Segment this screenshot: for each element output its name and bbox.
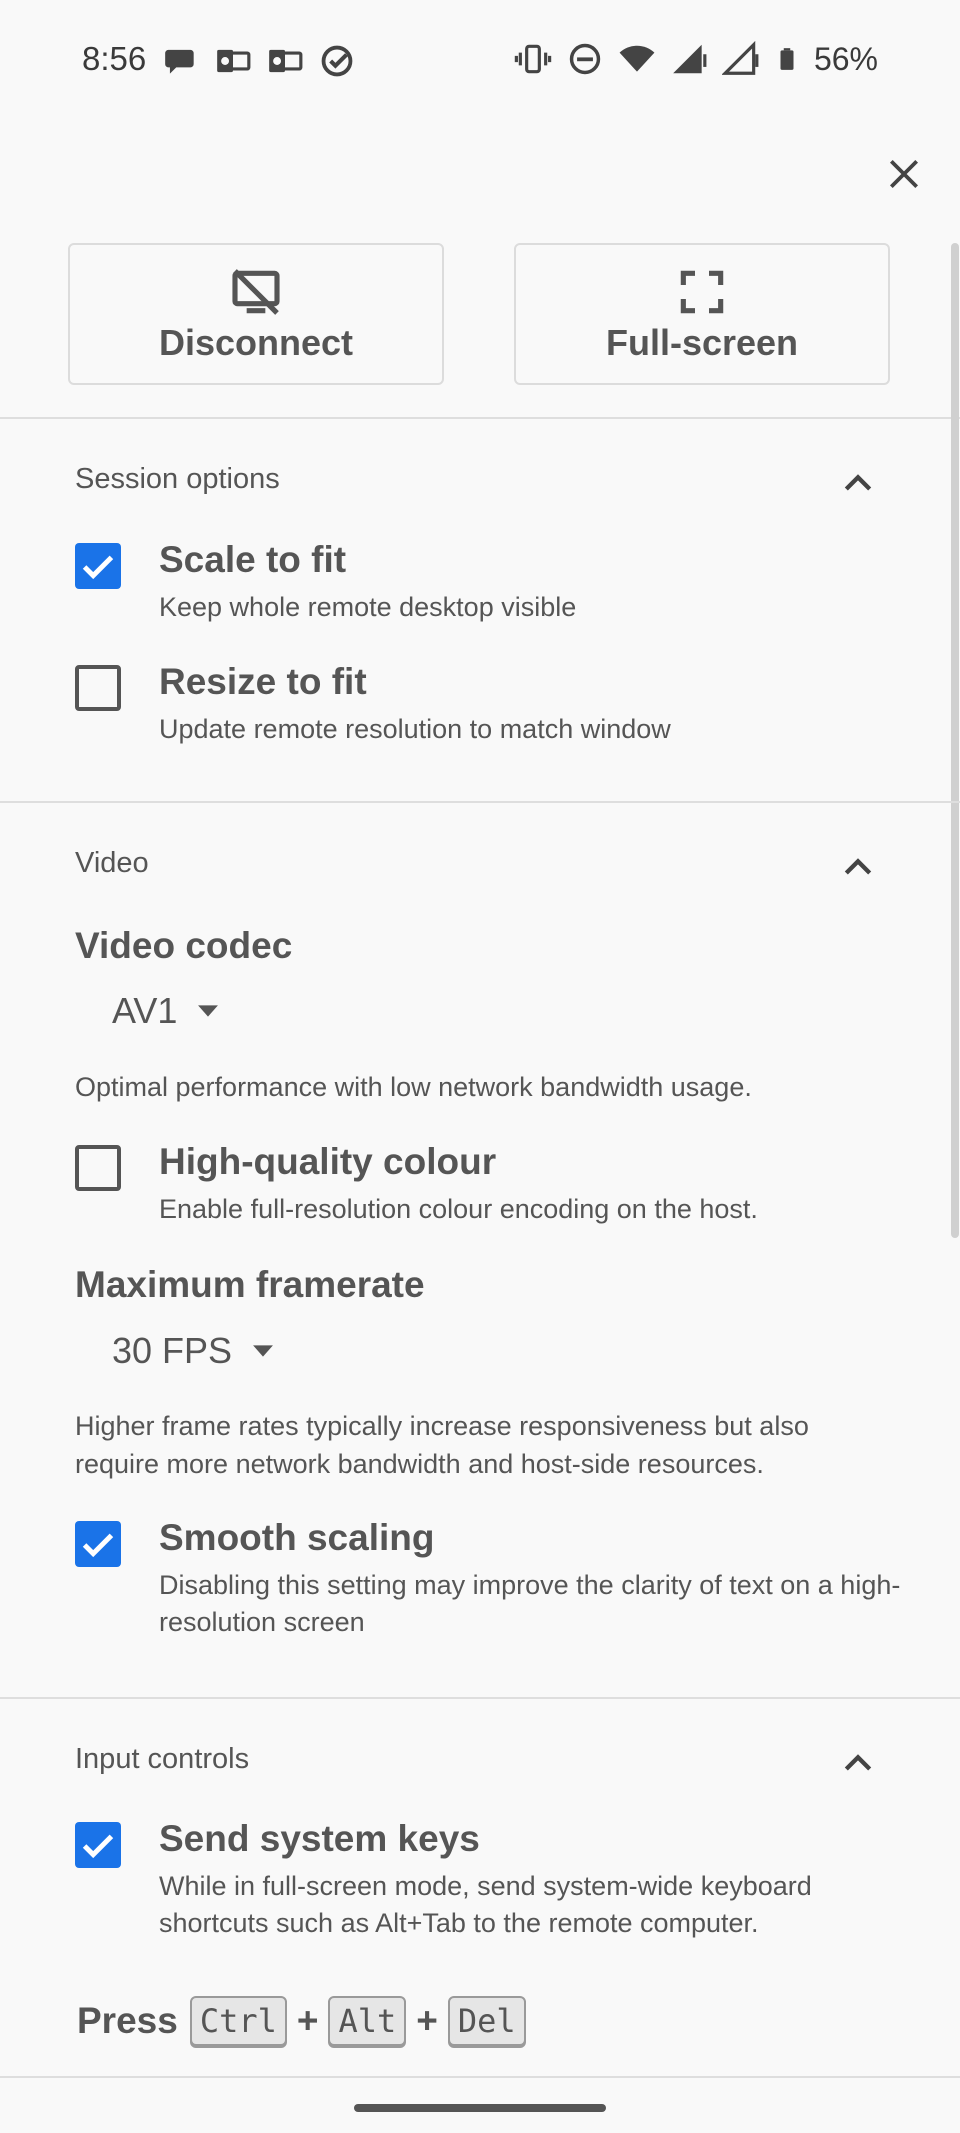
select-value: AV1 xyxy=(112,990,178,1031)
disconnect-label: Disconnect xyxy=(158,322,354,363)
screen-off-icon xyxy=(232,269,280,315)
option-title: Send system keys xyxy=(159,1818,480,1859)
key-alt[interactable]: Alt xyxy=(328,1996,407,2046)
section-title-video: Video xyxy=(75,847,149,879)
wifi-icon xyxy=(619,45,655,72)
chevron-up-icon[interactable] xyxy=(838,848,878,888)
status-bar: 8:56 56% xyxy=(0,0,960,120)
max-framerate-label: Maximum framerate xyxy=(75,1264,425,1305)
signal-icon-2 xyxy=(721,40,759,75)
option-title: Smooth scaling xyxy=(159,1517,435,1558)
signal-icon xyxy=(673,44,707,74)
option-description: Update remote resolution to match window xyxy=(159,714,671,744)
key-del[interactable]: Del xyxy=(447,1996,526,2046)
framerate-helper-text: Higher frame rates typically increase re… xyxy=(75,1411,809,1479)
do-not-disturb-icon xyxy=(569,43,601,75)
key-ctrl[interactable]: Ctrl xyxy=(189,1996,287,2046)
plus-sign: + xyxy=(296,2000,319,2041)
select-value: 30 FPS xyxy=(112,1330,233,1371)
option-description: Keep whole remote desktop visible xyxy=(159,592,577,622)
video-codec-label: Video codec xyxy=(75,925,293,966)
option-title: Resize to fit xyxy=(159,661,367,702)
fullscreen-icon xyxy=(680,270,724,314)
checkbox-resize-to-fit[interactable] xyxy=(75,665,121,711)
divider xyxy=(0,801,960,803)
close-button[interactable] xyxy=(876,146,932,202)
section-title-session: Session options xyxy=(75,463,280,495)
dropdown-arrow-icon xyxy=(198,1005,219,1017)
dropdown-arrow-icon xyxy=(253,1345,273,1357)
divider xyxy=(0,1697,960,1699)
battery-icon xyxy=(780,48,794,70)
codec-helper-text: Optimal performance with low network ban… xyxy=(75,1072,752,1102)
checkbox-high-quality-colour[interactable] xyxy=(75,1145,121,1191)
fullscreen-label: Full-screen xyxy=(605,322,799,363)
checkbox-send-system-keys[interactable] xyxy=(75,1822,121,1868)
task-check-icon xyxy=(321,45,353,77)
chevron-up-icon[interactable] xyxy=(838,1744,878,1784)
battery-percent: 56% xyxy=(813,40,878,77)
plus-sign: + xyxy=(416,2000,438,2041)
checkmark-icon xyxy=(82,1533,114,1558)
section-title-input-controls: Input controls xyxy=(75,1743,250,1775)
disconnect-button[interactable]: Disconnect xyxy=(68,243,444,385)
status-time: 8:56 xyxy=(82,40,147,77)
divider xyxy=(0,2076,960,2078)
chevron-up-icon[interactable] xyxy=(838,464,878,504)
press-label: Press xyxy=(77,2000,178,2041)
home-indicator[interactable] xyxy=(354,2104,606,2112)
checkbox-scale-to-fit[interactable] xyxy=(75,543,121,589)
option-description: Disabling this setting may improve the c… xyxy=(159,1570,901,1637)
option-title: Scale to fit xyxy=(159,539,347,580)
chat-bubble-icon xyxy=(165,49,194,74)
divider xyxy=(0,417,960,419)
outlook-icon xyxy=(217,49,251,73)
framerate-select[interactable]: 30 FPS xyxy=(112,1330,280,1372)
ctrl-alt-del-row[interactable]: Press Ctrl + Alt + Del xyxy=(77,1996,526,2046)
option-title: High-quality colour xyxy=(159,1141,497,1182)
video-codec-select[interactable]: AV1 xyxy=(112,990,225,1032)
fullscreen-button[interactable]: Full-screen xyxy=(514,243,890,385)
option-description: While in full-screen mode, send system-w… xyxy=(159,1871,812,1938)
option-description: Enable full-resolution colour encoding o… xyxy=(159,1194,758,1224)
close-icon xyxy=(889,159,919,189)
vibrate-icon xyxy=(514,44,552,74)
outlook-icon-2 xyxy=(269,49,303,73)
checkmark-icon xyxy=(82,1834,114,1859)
checkbox-smooth-scaling[interactable] xyxy=(75,1521,121,1567)
checkmark-icon xyxy=(82,555,114,580)
scrollbar[interactable] xyxy=(951,243,959,1238)
